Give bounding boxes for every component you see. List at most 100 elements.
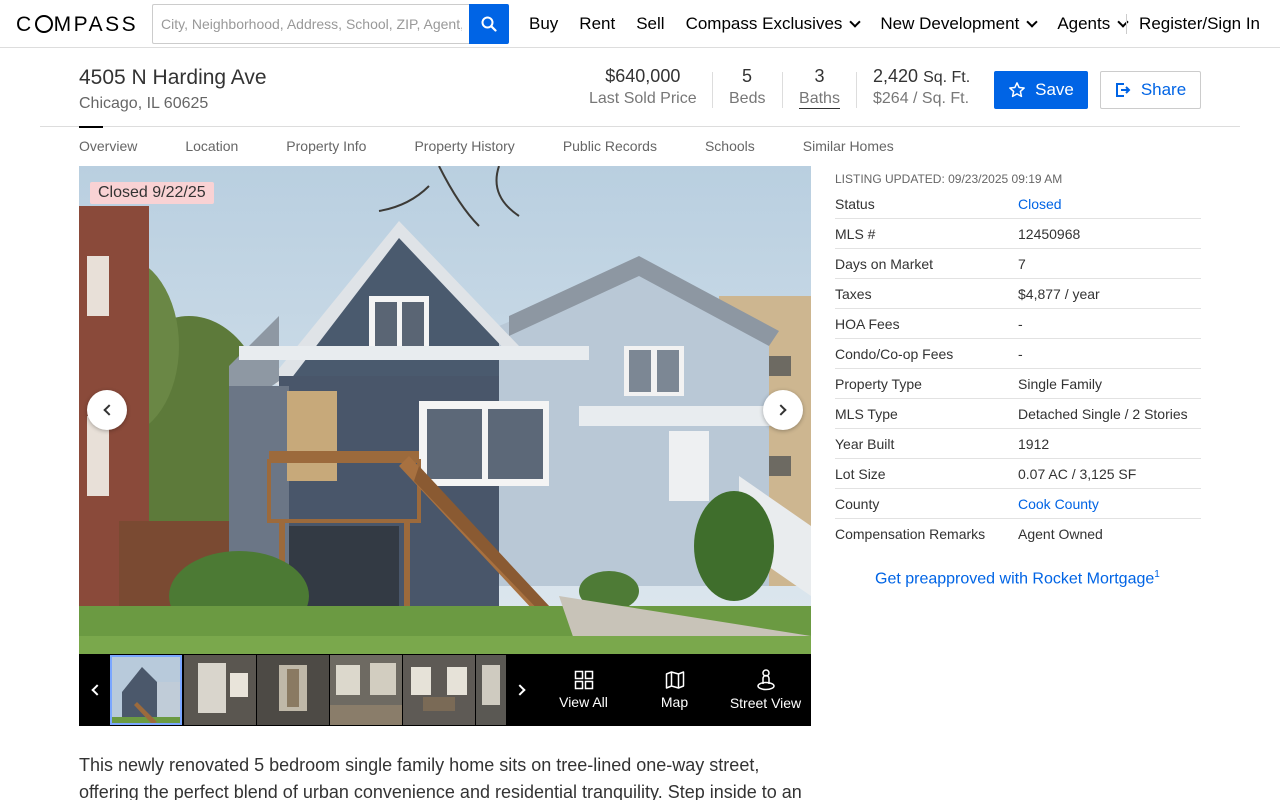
thumbnail-strip: View All Map Street View: [79, 654, 811, 726]
thumbnail-image: [112, 657, 180, 723]
fact-value: 1912: [1018, 435, 1050, 452]
sqft-value: 2,420: [873, 66, 919, 86]
thumbs-prev-button[interactable]: [79, 654, 110, 726]
fact-key: Year Built: [835, 435, 895, 452]
save-label: Save: [1035, 80, 1074, 99]
tabs-divider: [40, 126, 1240, 127]
fact-value: 0.07 AC / 3,125 SF: [1018, 465, 1137, 482]
price-per-sqft: $264 / Sq. Ft.: [873, 90, 970, 107]
share-button[interactable]: Share: [1100, 71, 1201, 109]
stat-divider: [782, 72, 783, 108]
thumbs-next-button[interactable]: [506, 654, 537, 726]
search-icon: [481, 16, 497, 32]
nav-new-development-label: New Development: [880, 14, 1020, 33]
thumbnail-3[interactable]: [257, 655, 329, 725]
nav-compass-exclusives[interactable]: Compass Exclusives: [686, 14, 862, 34]
stat-baths[interactable]: 3 Baths: [799, 66, 840, 109]
price-value: $640,000: [605, 66, 681, 86]
thumbnail-image: [184, 655, 256, 725]
stat-price: $640,000 Last Sold Price: [589, 66, 697, 108]
photo-prev-button[interactable]: [87, 390, 127, 430]
fact-row-year-built: Year Built 1912: [835, 429, 1201, 459]
thumbnail-image: [330, 655, 402, 725]
listing-address: 4505 N Harding Ave: [79, 66, 267, 89]
view-all-button[interactable]: View All: [539, 654, 628, 726]
fact-key: Lot Size: [835, 465, 886, 482]
search-button[interactable]: [469, 4, 509, 44]
tab-location[interactable]: Location: [185, 138, 238, 154]
beds-label: Beds: [729, 90, 766, 107]
photo-next-button[interactable]: [763, 390, 803, 430]
chevron-down-icon: [1117, 15, 1129, 28]
preapproved-link[interactable]: Get preapproved with Rocket Mortgage1: [875, 569, 1160, 588]
fact-key: Days on Market: [835, 255, 934, 272]
thumbnail-4[interactable]: [330, 655, 402, 725]
chevron-down-icon: [1026, 15, 1038, 28]
nav-divider: [1126, 14, 1127, 34]
street-view-button[interactable]: Street View: [721, 654, 810, 726]
save-button[interactable]: Save: [994, 71, 1088, 109]
fact-row-county: County Cook County: [835, 489, 1201, 519]
star-icon: [1009, 82, 1025, 98]
tab-property-history[interactable]: Property History: [414, 138, 514, 154]
main-nav-links: Buy Rent Sell Compass Exclusives New Dev…: [529, 0, 1148, 48]
nav-buy[interactable]: Buy: [529, 14, 558, 34]
register-signin-link[interactable]: Register/Sign In: [1139, 14, 1260, 34]
chevron-left-icon: [103, 404, 115, 416]
top-navigation: CMPASS Buy Rent Sell Compass Exclusives …: [0, 0, 1280, 48]
map-button[interactable]: Map: [630, 654, 719, 726]
status-link[interactable]: Closed: [1018, 196, 1062, 212]
fact-key: Compensation Remarks: [835, 526, 986, 542]
facts-table: Status Closed MLS # 12450968 Days on Marke…: [835, 189, 1201, 549]
share-label: Share: [1140, 80, 1187, 99]
nav-rent[interactable]: Rent: [579, 14, 615, 34]
listing-description: This newly renovated 5 bedroom single fa…: [79, 755, 802, 800]
county-link[interactable]: Cook County: [1018, 496, 1099, 512]
fact-key: Property Type: [835, 375, 922, 392]
nav-sell[interactable]: Sell: [636, 14, 664, 34]
fact-value: Detached Single / 2 Stories: [1018, 405, 1188, 422]
baths-label[interactable]: Baths: [799, 90, 840, 109]
thumbnail-1[interactable]: [110, 655, 182, 725]
stat-sqft: 2,420 Sq. Ft. $264 / Sq. Ft.: [873, 66, 970, 108]
tab-property-info[interactable]: Property Info: [286, 138, 366, 154]
active-tab-indicator: [79, 126, 103, 128]
chevron-down-icon: [849, 15, 862, 28]
view-all-label: View All: [559, 694, 608, 710]
chevron-left-icon: [90, 684, 103, 696]
fact-row-status: Status Closed: [835, 189, 1201, 219]
fact-row-mls-type: MLS Type Detached Single / 2 Stories: [835, 399, 1201, 429]
thumbnail-6[interactable]: [476, 655, 506, 725]
chevron-right-icon: [513, 684, 526, 696]
search-input[interactable]: [152, 4, 470, 44]
house-photo-illustration: [79, 166, 811, 654]
fact-value: 12450968: [1018, 225, 1081, 242]
beds-value: 5: [741, 66, 752, 86]
tab-public-records[interactable]: Public Records: [563, 138, 657, 154]
tab-similar-homes[interactable]: Similar Homes: [803, 138, 894, 154]
fact-key: MLS #: [835, 225, 876, 242]
tab-overview[interactable]: Overview: [79, 138, 137, 154]
fact-key: County: [835, 495, 880, 512]
fact-key: MLS Type: [835, 405, 898, 422]
person-pin-icon: [756, 669, 775, 691]
thumbnail-5[interactable]: [403, 655, 475, 725]
thumbnail-image: [403, 655, 475, 725]
preapproved-label: Get preapproved with Rocket Mortgage: [875, 570, 1155, 588]
price-label: Last Sold Price: [589, 90, 697, 107]
grid-icon: [574, 670, 593, 690]
map-label: Map: [660, 694, 689, 710]
fact-key: HOA Fees: [835, 315, 900, 332]
fact-row-hoa: HOA Fees -: [835, 309, 1201, 339]
thumbnail-image: [476, 655, 506, 725]
fact-row-lot-size: Lot Size 0.07 AC / 3,125 SF: [835, 459, 1201, 489]
stat-beds: 5 Beds: [729, 66, 765, 108]
thumbnail-2[interactable]: [184, 655, 256, 725]
main-listing-photo[interactable]: [79, 166, 811, 654]
fact-value: -: [1018, 345, 1023, 362]
tab-schools[interactable]: Schools: [705, 138, 755, 154]
fact-row-condo-fees: Condo/Co-op Fees -: [835, 339, 1201, 369]
nav-agents[interactable]: Agents: [1057, 14, 1129, 34]
compass-logo[interactable]: C MPASS: [16, 13, 138, 37]
nav-new-development[interactable]: New Development: [880, 14, 1038, 34]
